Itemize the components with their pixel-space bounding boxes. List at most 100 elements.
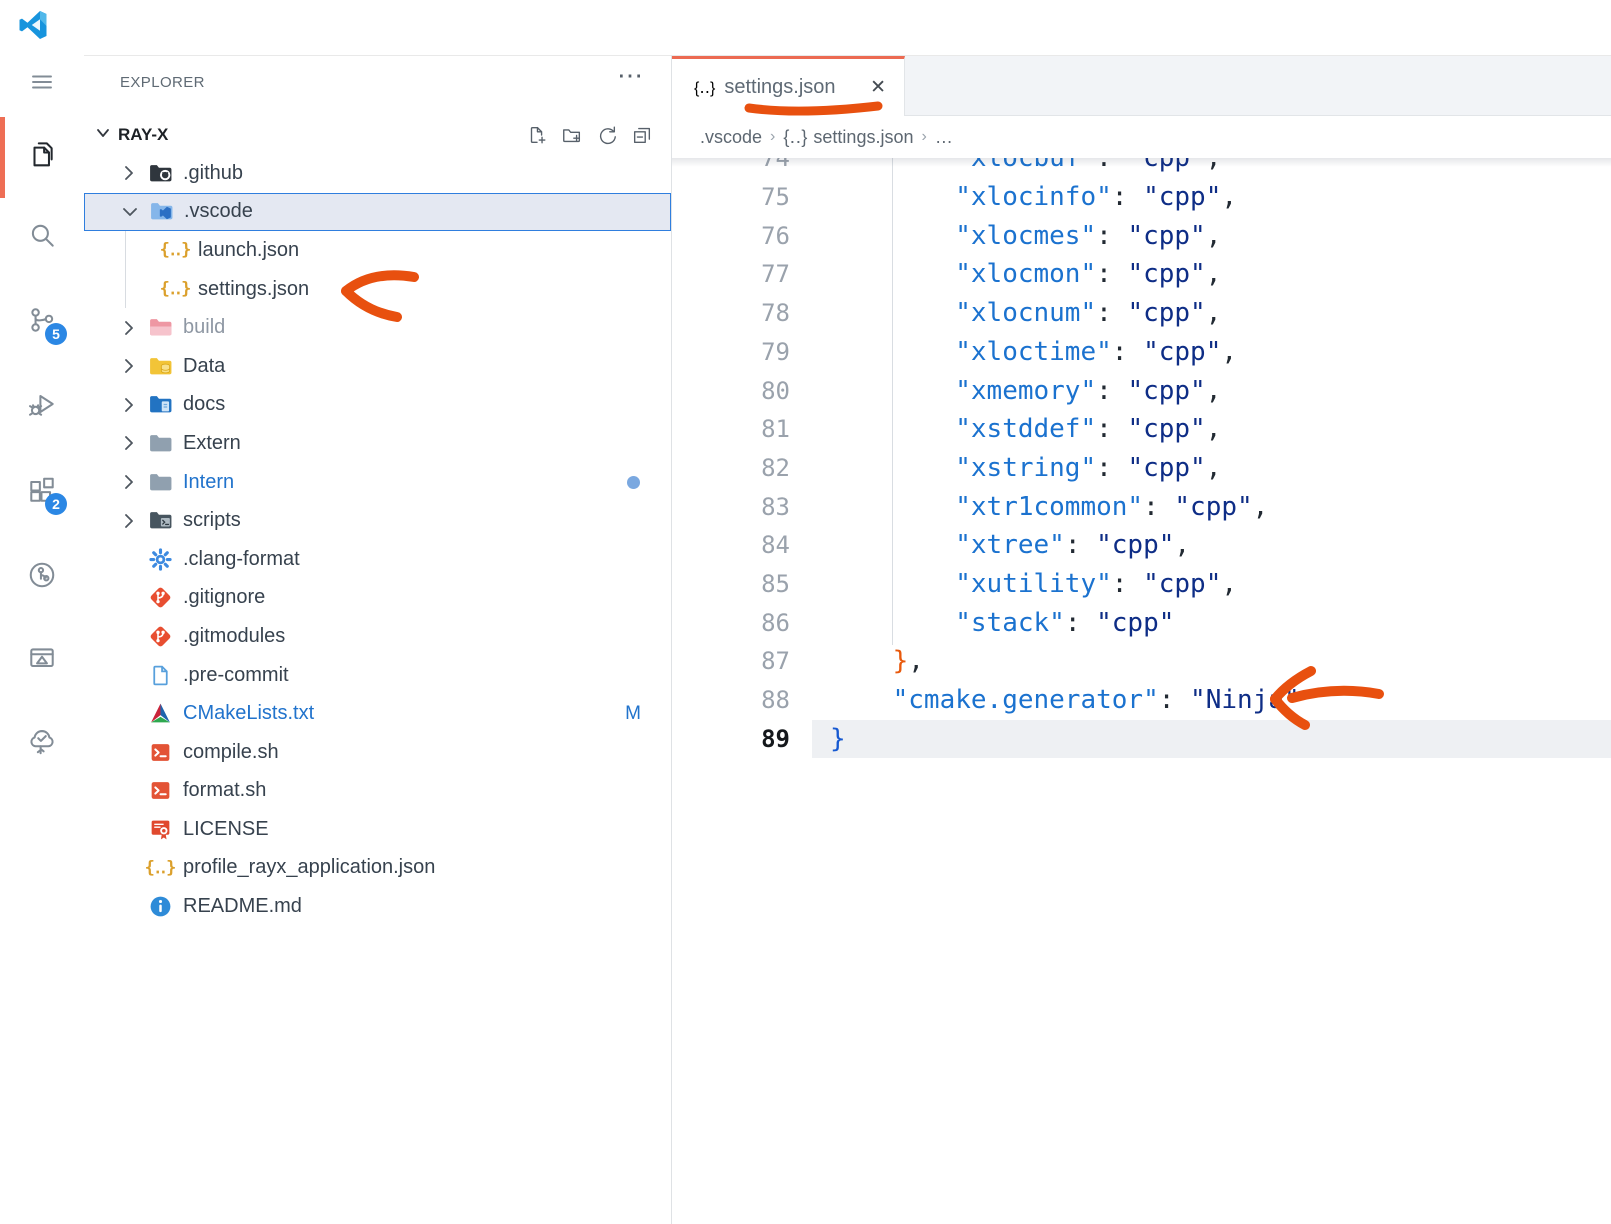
activity-item-menu[interactable]	[15, 57, 69, 111]
folder-build-icon	[148, 315, 173, 340]
line-number: 78	[672, 299, 790, 327]
code-line-89[interactable]: 89}	[672, 720, 1611, 759]
folder-plain-icon	[148, 431, 173, 456]
tree-item-label: build	[183, 316, 225, 339]
activity-item-run-debug[interactable]	[15, 379, 69, 433]
chevron-right-icon	[118, 431, 148, 455]
tree-item-pre-commit[interactable]: .pre-commit	[84, 656, 671, 695]
breadcrumb-item[interactable]: {‥}settings.json	[783, 127, 913, 148]
chevron-spacer	[133, 238, 163, 262]
line-number: 82	[672, 454, 790, 482]
json-icon: {‥}	[148, 855, 173, 880]
json-icon: {‥}	[163, 238, 188, 263]
activity-item-source-control[interactable]: 5	[15, 295, 69, 349]
activity-item-search[interactable]	[15, 211, 69, 265]
tree-item-gitignore[interactable]: .gitignore	[84, 579, 671, 618]
code-line-85[interactable]: 85 "xutility": "cpp",	[672, 565, 1611, 604]
tree-item-label: .gitmodules	[183, 625, 285, 648]
code-text: "xloctime": "cpp",	[790, 337, 1237, 367]
code-line-75[interactable]: 75 "xlocinfo": "cpp",	[672, 178, 1611, 217]
tree-item-label: LICENSE	[183, 818, 269, 841]
code-line-88[interactable]: 88 "cmake.generator": "Ninja"	[672, 681, 1611, 720]
code-text: }	[790, 724, 846, 754]
gitlens-icon	[27, 560, 57, 595]
code-line-87[interactable]: 87 },	[672, 642, 1611, 681]
file-tree: .github.vscode{‥}launch.json{‥}settings.…	[84, 154, 671, 926]
tree-item-profile-rayx-application-json[interactable]: {‥}profile_rayx_application.json	[84, 849, 671, 888]
breadcrumb-item[interactable]: .vscode	[700, 127, 762, 148]
line-number: 75	[672, 183, 790, 211]
tree-item-readme-md[interactable]: README.md	[84, 887, 671, 926]
explorer-icon	[27, 138, 57, 173]
chevron-right-icon	[118, 161, 148, 185]
tree-item-clang-format[interactable]: .clang-format	[84, 540, 671, 579]
git-icon	[148, 585, 173, 610]
tree-item-license[interactable]: LICENSE	[84, 810, 671, 849]
tab-settings-json[interactable]: {‥} settings.json ✕	[672, 56, 905, 116]
more-actions-icon[interactable]: ⋯	[617, 60, 645, 91]
breadcrumb-label: …	[935, 127, 953, 148]
tree-item-data[interactable]: Data	[84, 347, 671, 386]
chevron-spacer	[118, 895, 148, 919]
badge: 5	[45, 323, 67, 345]
section-label: RAY-X	[118, 125, 168, 145]
code-text: "xmemory": "cpp",	[790, 376, 1221, 406]
tree-item-label: Intern	[183, 471, 234, 494]
tree-item-settings-json[interactable]: {‥}settings.json	[84, 270, 671, 309]
chevron-down-icon	[92, 122, 114, 149]
activity-item-todo-tree[interactable]	[15, 717, 69, 771]
line-number: 84	[672, 531, 790, 559]
activity-item-extensions[interactable]: 2	[15, 465, 69, 519]
scroll-shadow	[672, 158, 1611, 167]
breadcrumb-item[interactable]: …	[935, 127, 953, 148]
tree-item-github[interactable]: .github	[84, 154, 671, 193]
code-line-86[interactable]: 86 "stack": "cpp"	[672, 603, 1611, 642]
tree-item-label: .clang-format	[183, 548, 300, 571]
activity-item-gitlens[interactable]	[15, 550, 69, 604]
code-text: "xtr1common": "cpp",	[790, 492, 1268, 522]
explorer-title: EXPLORER	[120, 74, 205, 91]
tree-item-label: README.md	[183, 895, 302, 918]
code-line-77[interactable]: 77 "xlocmon": "cpp",	[672, 255, 1611, 294]
section-actions	[524, 116, 655, 154]
collapse-all-icon[interactable]	[629, 122, 655, 148]
tree-item-label: scripts	[183, 509, 241, 532]
tree-item-extern[interactable]: Extern	[84, 424, 671, 463]
new-folder-icon[interactable]	[559, 122, 585, 148]
tree-item-scripts[interactable]: scripts	[84, 501, 671, 540]
activity-item-explorer[interactable]	[15, 128, 69, 182]
code-text: },	[790, 646, 924, 676]
tree-item-compile-sh[interactable]: compile.sh	[84, 733, 671, 772]
git-icon	[148, 624, 173, 649]
activity-item-cmake-tools[interactable]	[15, 633, 69, 687]
code-line-78[interactable]: 78 "xlocnum": "cpp",	[672, 294, 1611, 333]
cmake-icon	[148, 701, 173, 726]
new-file-icon[interactable]	[524, 122, 550, 148]
tree-item-cmakelists-txt[interactable]: CMakeLists.txtM	[84, 694, 671, 733]
chevron-spacer	[118, 740, 148, 764]
tree-item-intern[interactable]: Intern	[84, 463, 671, 502]
json-icon: {‥}	[163, 277, 188, 302]
folder-data-icon	[148, 354, 173, 379]
code-line-81[interactable]: 81 "xstddef": "cpp",	[672, 410, 1611, 449]
code-text: "xlocnum": "cpp",	[790, 298, 1221, 328]
refresh-icon[interactable]	[594, 122, 620, 148]
tree-item-launch-json[interactable]: {‥}launch.json	[84, 231, 671, 270]
code-line-80[interactable]: 80 "xmemory": "cpp",	[672, 371, 1611, 410]
close-icon[interactable]: ✕	[866, 74, 890, 101]
chevron-right-icon	[118, 509, 148, 533]
line-number: 80	[672, 377, 790, 405]
tree-item-docs[interactable]: docs	[84, 386, 671, 425]
code-line-83[interactable]: 83 "xtr1common": "cpp",	[672, 487, 1611, 526]
tree-item-format-sh[interactable]: format.sh	[84, 772, 671, 811]
folder-docs-icon	[148, 392, 173, 417]
code-line-76[interactable]: 76 "xlocmes": "cpp",	[672, 216, 1611, 255]
tree-item-gitmodules[interactable]: .gitmodules	[84, 617, 671, 656]
code-line-79[interactable]: 79 "xloctime": "cpp",	[672, 333, 1611, 372]
code-line-82[interactable]: 82 "xstring": "cpp",	[672, 449, 1611, 488]
badge: 2	[45, 493, 67, 515]
code-line-84[interactable]: 84 "xtree": "cpp",	[672, 526, 1611, 565]
tree-item-build[interactable]: build	[84, 308, 671, 347]
code-editor[interactable]: 74 "xlocbuf": "cpp",75 "xlocinfo": "cpp"…	[672, 158, 1611, 1224]
tree-item-vscode[interactable]: .vscode	[84, 193, 671, 232]
